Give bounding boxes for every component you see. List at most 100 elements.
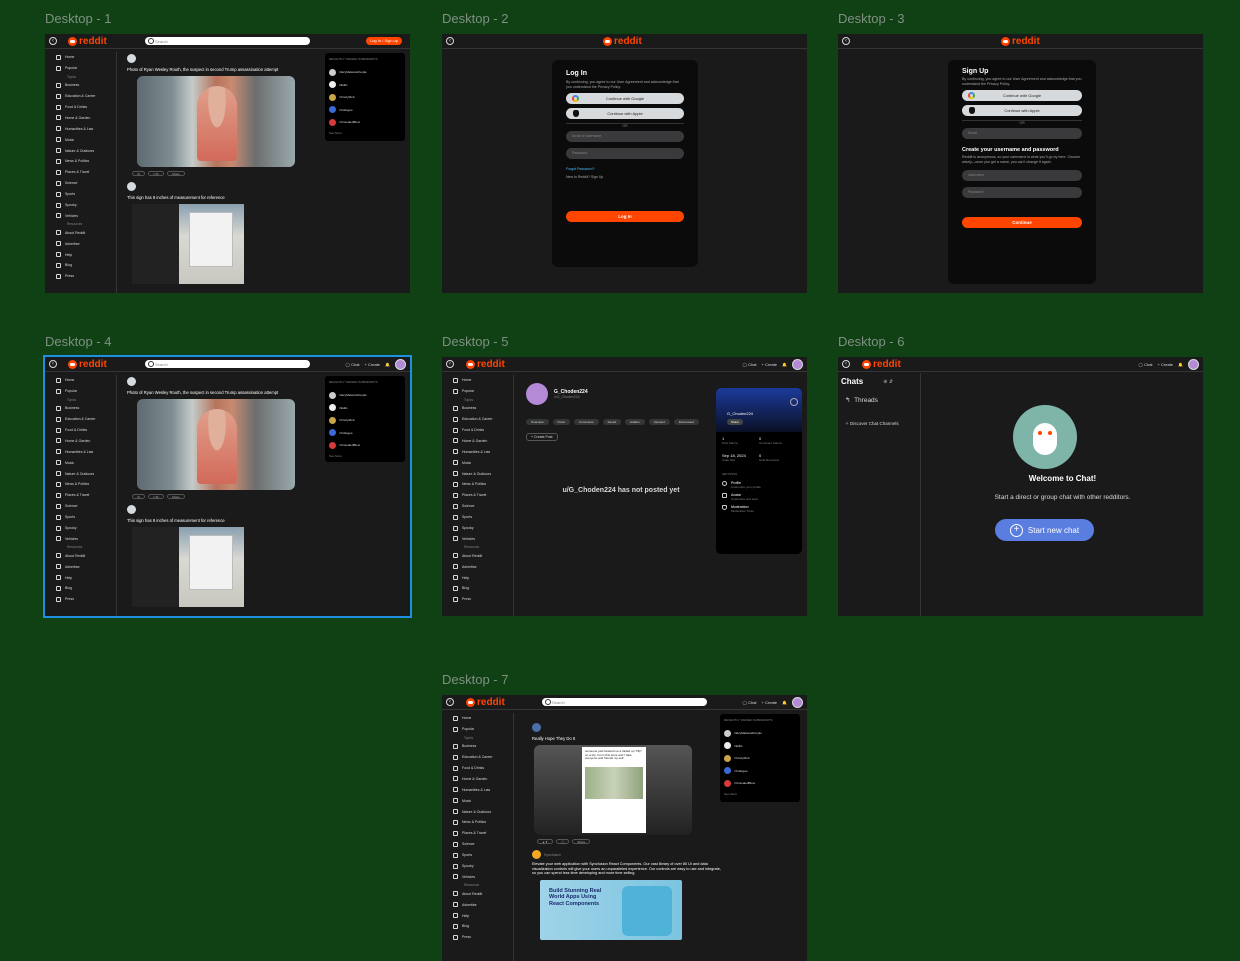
- sidebar-item-blog[interactable]: Blog: [53, 583, 116, 594]
- sidebar-item-advertise[interactable]: Advertise: [450, 561, 513, 572]
- sidebar-item-vehicles[interactable]: Vehicles: [450, 533, 513, 544]
- google-button[interactable]: Continue with Google: [566, 93, 684, 104]
- sidebar-item-press[interactable]: Press: [53, 271, 116, 282]
- sidebar-item-press[interactable]: Press: [53, 594, 116, 605]
- sidebar-item-popular[interactable]: Popular: [450, 724, 513, 735]
- sidebar-item-home-garden[interactable]: Home & Garden: [450, 435, 513, 446]
- chat-button[interactable]: ◯ Chat: [1139, 362, 1153, 367]
- list-item[interactable]: r/lazyMalwarePeople: [724, 727, 796, 740]
- create-button[interactable]: + Create: [762, 362, 777, 367]
- google-button[interactable]: Continue with Google: [962, 90, 1082, 101]
- sidebar-item-home-garden[interactable]: Home & Garden: [53, 435, 116, 446]
- sidebar-item-vehicles[interactable]: Vehicles: [53, 533, 116, 544]
- signup-link[interactable]: New to Reddit? Sign Up: [566, 175, 684, 179]
- frame-desktop-6[interactable]: ‹ reddit ◯ Chat + Create 🔔 Chats ⊕ ⇵ ↰ T…: [838, 357, 1203, 616]
- back-icon[interactable]: ‹: [842, 360, 850, 368]
- sidebar-item-music[interactable]: Music: [53, 457, 116, 468]
- sidebar-item-nature[interactable]: Nature & Outdoors: [53, 145, 116, 156]
- sidebar-item-education[interactable]: Education & Career: [53, 414, 116, 425]
- list-item[interactable]: r/Edits: [724, 740, 796, 753]
- sidebar-item-science[interactable]: Science: [450, 501, 513, 512]
- sidebar-item-news[interactable]: News & Politics: [450, 817, 513, 828]
- back-icon[interactable]: ‹: [446, 698, 454, 706]
- list-item[interactable]: r/CrazyMob: [329, 91, 401, 104]
- settings-item-avatar[interactable]: Avatar Customize and style: [716, 491, 802, 503]
- new-chat-icon[interactable]: ⊕ ⇵: [883, 379, 893, 385]
- sidebar-item-blog[interactable]: Blog: [450, 583, 513, 594]
- sidebar-item-spooky[interactable]: Spooky: [450, 861, 513, 872]
- back-icon[interactable]: ‹: [446, 37, 454, 45]
- frame-desktop-1[interactable]: ‹ reddit Search Log In / Sign up Home Po…: [45, 34, 410, 293]
- post-title[interactable]: This sign has 8 inches of measurement fo…: [127, 518, 317, 523]
- avatar[interactable]: [127, 54, 136, 63]
- list-item[interactable]: r/CrazyMob: [329, 414, 401, 427]
- avatar[interactable]: [792, 359, 803, 370]
- sidebar-item-music[interactable]: Music: [53, 134, 116, 145]
- list-item[interactable]: r/Collegee: [329, 104, 401, 117]
- back-icon[interactable]: ‹: [49, 37, 57, 45]
- vote-button[interactable]: ▲▼: [537, 839, 553, 844]
- sidebar-item-spooky[interactable]: Spooky: [53, 523, 116, 534]
- sidebar-item-music[interactable]: Music: [450, 457, 513, 468]
- sidebar-item-science[interactable]: Science: [450, 839, 513, 850]
- sidebar-item-nature[interactable]: Nature & Outdoors: [450, 468, 513, 479]
- avatar[interactable]: [532, 723, 541, 732]
- see-more-link[interactable]: See More: [724, 792, 796, 796]
- sidebar-item-food[interactable]: Food & Drinks: [450, 763, 513, 774]
- create-post-button[interactable]: + Create Post: [526, 433, 558, 441]
- login-signup-button[interactable]: Log In / Sign up: [366, 37, 402, 45]
- sidebar-item-home[interactable]: Home: [53, 52, 116, 63]
- search-input[interactable]: Search: [145, 37, 310, 45]
- camera-icon[interactable]: [790, 398, 798, 406]
- bell-icon[interactable]: 🔔: [1178, 362, 1183, 367]
- vote-button[interactable]: 7k: [132, 494, 146, 499]
- reddit-logo[interactable]: reddit: [466, 697, 505, 708]
- frame-desktop-7[interactable]: ‹ reddit Search ◯ Chat + Create 🔔 Home P…: [442, 695, 807, 961]
- chat-button[interactable]: ◯ Chat: [743, 362, 757, 367]
- sidebar-item-science[interactable]: Science: [53, 501, 116, 512]
- tab-overview[interactable]: Overview: [526, 419, 549, 425]
- comments-button[interactable]: ◯: [555, 839, 570, 844]
- ad-banner[interactable]: Build Stunning Real World Apps Using Rea…: [540, 879, 682, 940]
- tab-comments[interactable]: Comments: [574, 419, 599, 425]
- see-more-link[interactable]: See More: [329, 131, 401, 135]
- sidebar-item-education[interactable]: Education & Career: [53, 91, 116, 102]
- sidebar-item-about[interactable]: About Reddit: [450, 888, 513, 899]
- sidebar-item-food[interactable]: Food & Drinks: [450, 425, 513, 436]
- sidebar-item-advertise[interactable]: Advertise: [450, 899, 513, 910]
- sidebar-item-press[interactable]: Press: [450, 594, 513, 605]
- list-item[interactable]: r/Collegee: [724, 765, 796, 778]
- sidebar-item-nature[interactable]: Nature & Outdoors: [450, 806, 513, 817]
- sidebar-item-sports[interactable]: Sports: [450, 512, 513, 523]
- tab-saved[interactable]: Saved: [602, 419, 622, 425]
- reddit-logo[interactable]: reddit: [603, 36, 642, 47]
- list-item[interactable]: r/UnsealedBlow: [724, 777, 796, 790]
- bell-icon[interactable]: 🔔: [782, 362, 787, 367]
- avatar[interactable]: [1188, 359, 1199, 370]
- post-image[interactable]: [137, 399, 295, 490]
- sidebar-item-advertise[interactable]: Advertise: [53, 561, 116, 572]
- bell-icon[interactable]: 🔔: [385, 362, 390, 367]
- search-input[interactable]: Search: [145, 360, 310, 368]
- share-button[interactable]: Share: [166, 171, 185, 176]
- tab-upvoted[interactable]: Upvoted: [648, 419, 670, 425]
- sidebar-item-food[interactable]: Food & Drinks: [53, 425, 116, 436]
- avatar[interactable]: [127, 505, 136, 514]
- password-field[interactable]: Password: [566, 148, 684, 159]
- tab-downvoted[interactable]: Downvoted: [673, 419, 699, 425]
- settings-item-moderation[interactable]: Moderation Moderation Tools: [716, 503, 802, 515]
- post-image[interactable]: someone just handed me a folded up "fift…: [534, 745, 692, 835]
- sidebar-item-humanities[interactable]: Humanities & Law: [53, 446, 116, 457]
- back-icon[interactable]: ‹: [49, 360, 57, 368]
- list-item[interactable]: r/lazyMalwarePeople: [329, 66, 401, 79]
- sidebar-item-popular[interactable]: Popular: [53, 63, 116, 74]
- sidebar-item-home[interactable]: Home: [450, 375, 513, 386]
- avatar[interactable]: [792, 697, 803, 708]
- tab-hidden[interactable]: Hidden: [625, 419, 645, 425]
- vote-button[interactable]: 7k: [132, 171, 146, 176]
- list-item[interactable]: r/lazyMalwarePeople: [329, 389, 401, 402]
- sidebar-item-sports[interactable]: Sports: [450, 850, 513, 861]
- list-item[interactable]: r/Edits: [329, 402, 401, 415]
- back-icon[interactable]: ‹: [842, 37, 850, 45]
- sidebar-item-vehicles[interactable]: Vehicles: [450, 871, 513, 882]
